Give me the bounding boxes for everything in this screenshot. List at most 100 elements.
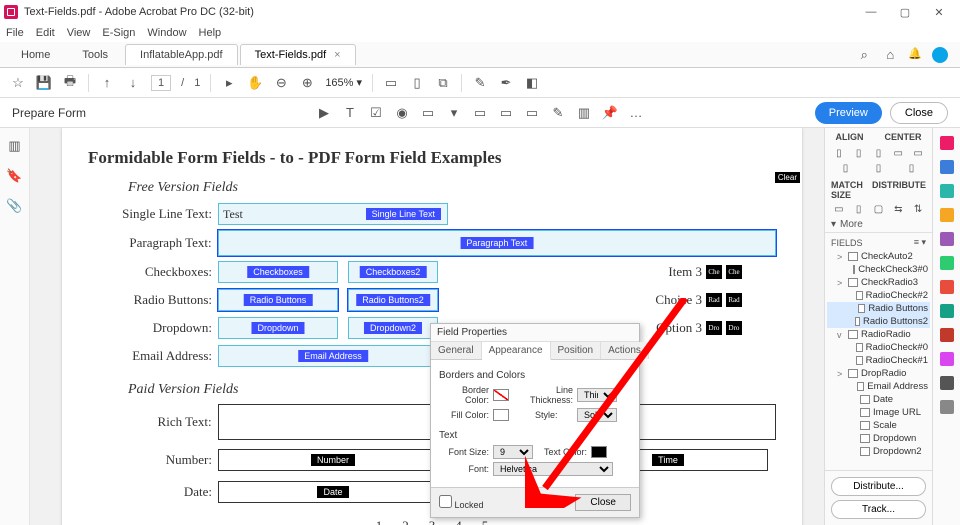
tree-item[interactable]: Radio Buttons <box>827 302 930 315</box>
fields-tree[interactable]: >CheckAuto2CheckCheck3#0>CheckRadio3Radi… <box>825 250 932 470</box>
menu-edit[interactable]: Edit <box>36 27 55 39</box>
border-color-swatch[interactable] <box>493 389 509 401</box>
menu-esign[interactable]: E-Sign <box>102 27 135 39</box>
match-height-icon[interactable]: ▯ <box>852 204 866 215</box>
align-middle-icon[interactable]: ▯ <box>872 163 886 174</box>
tree-item[interactable]: vRadioRadio <box>827 328 930 341</box>
fit-page-icon[interactable]: ▯ <box>409 75 425 91</box>
tool-edit-pdf-icon[interactable] <box>940 160 954 174</box>
page-current-input[interactable]: 1 <box>151 75 171 91</box>
tab-home[interactable]: Home <box>6 44 65 65</box>
field-checkboxes2[interactable]: Checkboxes2 <box>348 261 438 283</box>
field-email-address[interactable]: Email Address <box>218 345 448 367</box>
save-icon[interactable]: 💾 <box>36 75 52 91</box>
listbox-tool-icon[interactable]: ▭ <box>420 105 436 121</box>
barcode-tool-icon[interactable]: ▥ <box>576 105 592 121</box>
tool-more2-icon[interactable] <box>940 400 954 414</box>
field-checkboxes[interactable]: Checkboxes <box>218 261 338 283</box>
field-dropdown2[interactable]: Dropdown2 <box>348 317 438 339</box>
tool-fill-sign-icon[interactable] <box>940 304 954 318</box>
close-button[interactable]: Close <box>890 102 948 124</box>
field-radio-buttons2[interactable]: Radio Buttons2 <box>348 289 438 311</box>
home-icon[interactable]: ⌂ <box>882 47 898 63</box>
sign-icon[interactable]: ✒ <box>498 75 514 91</box>
center-v-icon[interactable]: ▭ <box>911 148 925 159</box>
bookmark-icon[interactable]: 🔖 <box>7 168 23 184</box>
tree-item[interactable]: Dropdown2 <box>827 445 930 458</box>
tree-item[interactable]: Dropdown <box>827 432 930 445</box>
preview-button[interactable]: Preview <box>815 102 882 124</box>
fields-sort-icon[interactable]: ≡ ▾ <box>914 237 926 248</box>
more-icon[interactable]: … <box>628 105 644 121</box>
tab-close-icon[interactable]: × <box>334 49 340 61</box>
highlight-icon[interactable]: ✎ <box>472 75 488 91</box>
button-tool-icon[interactable]: ▭ <box>472 105 488 121</box>
tab-doc-textfields[interactable]: Text-Fields.pdf× <box>240 44 356 65</box>
clear-badge[interactable]: Clear <box>775 172 800 183</box>
field-date[interactable]: Date <box>218 481 448 503</box>
tool-protect-icon[interactable] <box>940 280 954 294</box>
match-both-icon[interactable]: ▢ <box>871 204 885 215</box>
tab-doc-inflatable[interactable]: InflatableApp.pdf <box>125 44 238 65</box>
tab-tools[interactable]: Tools <box>67 44 123 65</box>
more-toggle[interactable]: ▾More <box>825 217 932 232</box>
tree-item[interactable]: RadioCheck#0 <box>827 341 930 354</box>
star-icon[interactable]: ☆ <box>10 75 26 91</box>
tree-item[interactable]: Image URL <box>827 406 930 419</box>
field-radio-buttons[interactable]: Radio Buttons <box>218 289 338 311</box>
tree-item[interactable]: CheckCheck3#0 <box>827 263 930 276</box>
tree-item[interactable]: >CheckRadio3 <box>827 276 930 289</box>
field-number[interactable]: Number <box>218 449 448 471</box>
tab-actions[interactable]: Actions <box>601 342 649 359</box>
pages-icon[interactable]: ▥ <box>7 138 23 154</box>
avatar[interactable] <box>932 47 948 63</box>
cursor-icon[interactable]: ▸ <box>221 75 237 91</box>
hand-icon[interactable]: ✋ <box>247 75 263 91</box>
text-field-tool-icon[interactable]: T <box>342 105 358 121</box>
page-view[interactable]: Clear Formidable Form Fields - to - PDF … <box>30 128 824 525</box>
font-size-select[interactable]: 9 <box>493 445 533 459</box>
zoom-select[interactable]: 165% ▾ <box>325 76 362 89</box>
tree-item[interactable]: RadioCheck#2 <box>827 289 930 302</box>
read-mode-icon[interactable]: ⧉ <box>435 75 451 91</box>
menu-window[interactable]: Window <box>147 27 186 39</box>
fit-width-icon[interactable]: ▭ <box>383 75 399 91</box>
text-color-swatch[interactable] <box>591 446 607 458</box>
eraser-icon[interactable]: ◧ <box>524 75 540 91</box>
checkbox-icon[interactable]: Che <box>706 265 722 279</box>
locked-checkbox[interactable]: Locked <box>439 495 484 510</box>
radio-icon[interactable]: Rad <box>706 293 722 307</box>
menu-help[interactable]: Help <box>199 27 222 39</box>
dialog-close-button[interactable]: Close <box>575 494 631 511</box>
window-close-button[interactable]: ✕ <box>922 1 956 23</box>
menu-file[interactable]: File <box>6 27 24 39</box>
window-minimize-button[interactable]: — <box>854 1 888 23</box>
tool-export-icon[interactable] <box>940 184 954 198</box>
distribute-h-icon[interactable]: ⇆ <box>891 204 905 215</box>
tree-item[interactable]: Email Address <box>827 380 930 393</box>
align-right-icon[interactable]: ▯ <box>871 148 885 159</box>
dropdown-icon[interactable]: Dro <box>726 321 742 335</box>
tree-item[interactable]: >CheckAuto2 <box>827 250 930 263</box>
distribute-v-icon[interactable]: ⇅ <box>911 204 925 215</box>
image-field-tool-icon[interactable]: ▭ <box>498 105 514 121</box>
tree-item[interactable]: RadioCheck#1 <box>827 354 930 367</box>
notification-bell-icon[interactable]: 🔔 <box>908 47 922 63</box>
tab-position[interactable]: Position <box>551 342 602 359</box>
match-width-icon[interactable]: ▭ <box>832 204 846 215</box>
tree-item[interactable]: >DropRadio <box>827 367 930 380</box>
tool-create-pdf-icon[interactable] <box>940 136 954 150</box>
distribute-button[interactable]: Distribute... <box>831 477 926 496</box>
dropdown-icon[interactable]: Dro <box>706 321 722 335</box>
date-field-tool-icon[interactable]: ▭ <box>524 105 540 121</box>
tool-organize-icon[interactable] <box>940 232 954 246</box>
center-h-icon[interactable]: ▭ <box>891 148 905 159</box>
tree-item[interactable]: Date <box>827 393 930 406</box>
field-single-line-text[interactable]: Test Single Line Text <box>218 203 448 225</box>
zoom-out-icon[interactable]: ⊖ <box>273 75 289 91</box>
align-left-icon[interactable]: ▯ <box>832 148 846 159</box>
align-center-icon[interactable]: ▯ <box>852 148 866 159</box>
print-icon[interactable]: 🖶 <box>62 75 78 91</box>
tab-general[interactable]: General <box>431 342 482 359</box>
zoom-in-icon[interactable]: ⊕ <box>299 75 315 91</box>
